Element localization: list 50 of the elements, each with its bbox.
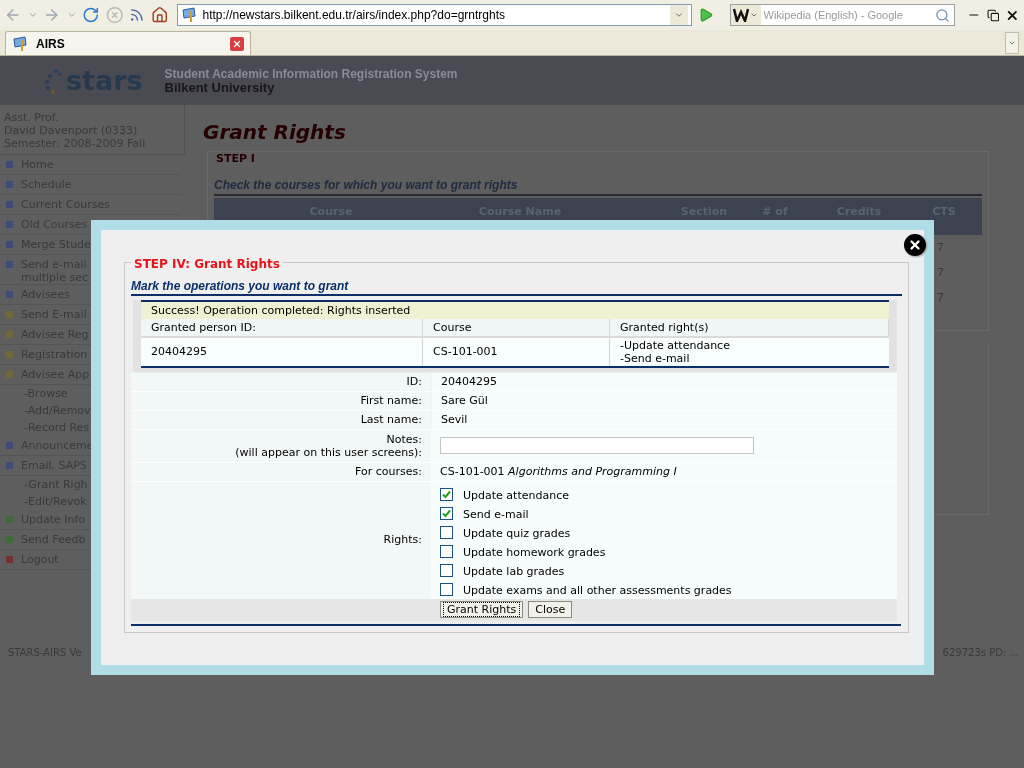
checkbox-label: Update lab grades xyxy=(463,564,565,580)
column-header: Course xyxy=(423,318,610,336)
system-title: Student Academic Information Registration System xyxy=(164,66,458,81)
close-tab-icon[interactable] xyxy=(230,36,244,51)
search-engine-icon[interactable] xyxy=(730,5,761,25)
field-hint: (will appear on this user screens): xyxy=(234,445,422,459)
column-header: Granted right(s) xyxy=(610,318,889,336)
table-cell: CS-101-001 xyxy=(423,337,610,366)
dialog-button[interactable]: Grant Rights xyxy=(440,601,524,618)
university-name: Bilkent University xyxy=(164,80,276,95)
close-icon[interactable] xyxy=(904,234,926,256)
checkbox[interactable] xyxy=(440,544,453,558)
success-message: Success! Operation completed: Rights inserted xyxy=(141,301,889,319)
search-box[interactable]: Wikipedia (English) - Google xyxy=(729,4,956,26)
checkbox-label: Update homework grades xyxy=(463,545,606,561)
checkbox-label: Send e-mail xyxy=(463,507,529,523)
checkbox-label: Update exams and all other assessments grades xyxy=(463,583,732,599)
table-cell-text: -Update attendance -Send e-mail xyxy=(619,337,731,366)
checkbox-label: Update attendance xyxy=(463,488,569,504)
restore-icon[interactable] xyxy=(986,8,1000,22)
home-icon[interactable] xyxy=(151,6,169,24)
address-bar[interactable]: http://newstars.bilkent.edu.tr/airs/index.php?do=grntrghts xyxy=(176,4,693,26)
field-label: Rights: xyxy=(383,531,422,548)
browser-tab[interactable]: AIRS xyxy=(5,31,251,55)
dialog-button[interactable]: Close xyxy=(528,601,573,618)
notes-field[interactable] xyxy=(440,437,754,454)
search-field[interactable]: Wikipedia (English) - Google xyxy=(760,6,932,24)
field-value: 20404295 xyxy=(431,372,897,392)
dialog-heading: Mark the operations you want to grant xyxy=(131,277,902,296)
step-legend: STEP IV: Grant Rights xyxy=(131,257,283,271)
page-icon xyxy=(180,7,197,23)
step-label: STEP I xyxy=(214,152,257,165)
instruction-text: Check the courses for which you want to grant rights xyxy=(214,176,982,196)
table-cell: 20404295 xyxy=(141,337,423,366)
checkbox[interactable] xyxy=(440,506,453,520)
checkbox-label: Update quiz grades xyxy=(463,526,571,542)
field-label: Notes: xyxy=(385,432,422,446)
caret-icon xyxy=(1008,39,1016,47)
reload-icon[interactable] xyxy=(82,6,100,24)
page-icon xyxy=(12,35,28,52)
page-title: Grant Rights xyxy=(203,119,347,145)
caret-icon xyxy=(674,10,685,20)
column-header: Granted person ID: xyxy=(141,318,423,336)
checkbox[interactable] xyxy=(440,525,453,539)
checkbox[interactable] xyxy=(440,563,453,577)
checkbox[interactable] xyxy=(440,487,453,501)
search-icon[interactable] xyxy=(935,7,951,23)
go-icon[interactable] xyxy=(698,7,714,23)
field-label: ID: xyxy=(131,372,431,392)
checkbox[interactable] xyxy=(440,582,453,596)
